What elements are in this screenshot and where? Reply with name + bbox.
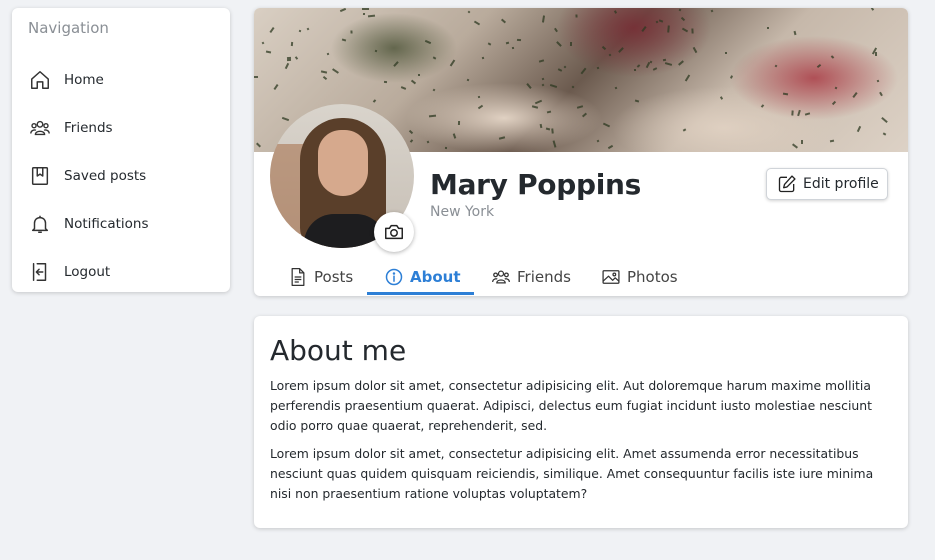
sidebar-item-home[interactable]: Home	[28, 65, 218, 95]
profile-location: New York	[430, 204, 495, 220]
about-paragraph: Lorem ipsum dolor sit amet, consectetur …	[270, 446, 874, 501]
profile-name: Mary Poppins	[430, 168, 642, 201]
sidebar-item-friends[interactable]: Friends	[28, 113, 218, 143]
sidebar-heading: Navigation	[28, 19, 109, 37]
tab-friends[interactable]: Friends	[491, 262, 571, 292]
tab-label: Photos	[627, 268, 678, 286]
edit-profile-label: Edit profile	[803, 176, 879, 192]
bookmark-icon	[28, 164, 52, 188]
tab-posts[interactable]: Posts	[288, 262, 353, 292]
about-card: About me Lorem ipsum dolor sit amet, con…	[254, 316, 908, 528]
sidebar-item-label: Notifications	[64, 216, 149, 232]
sidebar-item-label: Saved posts	[64, 168, 147, 184]
profile-header-card: Mary Poppins New York Edit profile Posts…	[254, 8, 908, 296]
image-icon	[601, 267, 621, 287]
edit-icon	[777, 174, 797, 194]
edit-profile-button[interactable]: Edit profile	[766, 168, 888, 200]
home-icon	[28, 68, 52, 92]
tab-photos[interactable]: Photos	[601, 262, 678, 292]
sidebar-item-label: Home	[64, 72, 104, 88]
tab-label: Posts	[314, 268, 354, 286]
tab-label: Friends	[517, 268, 571, 286]
sidebar-item-label: Logout	[64, 264, 111, 280]
tab-about[interactable]: About	[384, 262, 461, 292]
bell-icon	[28, 212, 52, 236]
tab-label: About	[410, 268, 461, 286]
document-icon	[288, 267, 308, 287]
sidebar: Navigation Home Friends Saved posts Noti…	[12, 8, 230, 292]
about-paragraph: Lorem ipsum dolor sit amet, consectetur …	[270, 378, 872, 433]
sidebar-item-logout[interactable]: Logout	[28, 257, 218, 287]
people-icon	[28, 116, 52, 140]
sidebar-item-notifications[interactable]: Notifications	[28, 209, 218, 239]
change-photo-button[interactable]	[374, 212, 414, 252]
people-icon	[491, 267, 511, 287]
about-heading: About me	[270, 334, 407, 367]
info-icon	[384, 267, 404, 287]
logout-icon	[28, 260, 52, 284]
camera-icon	[383, 221, 405, 243]
sidebar-item-label: Friends	[64, 120, 113, 136]
active-tab-indicator	[367, 292, 474, 295]
sidebar-item-saved-posts[interactable]: Saved posts	[28, 161, 218, 191]
